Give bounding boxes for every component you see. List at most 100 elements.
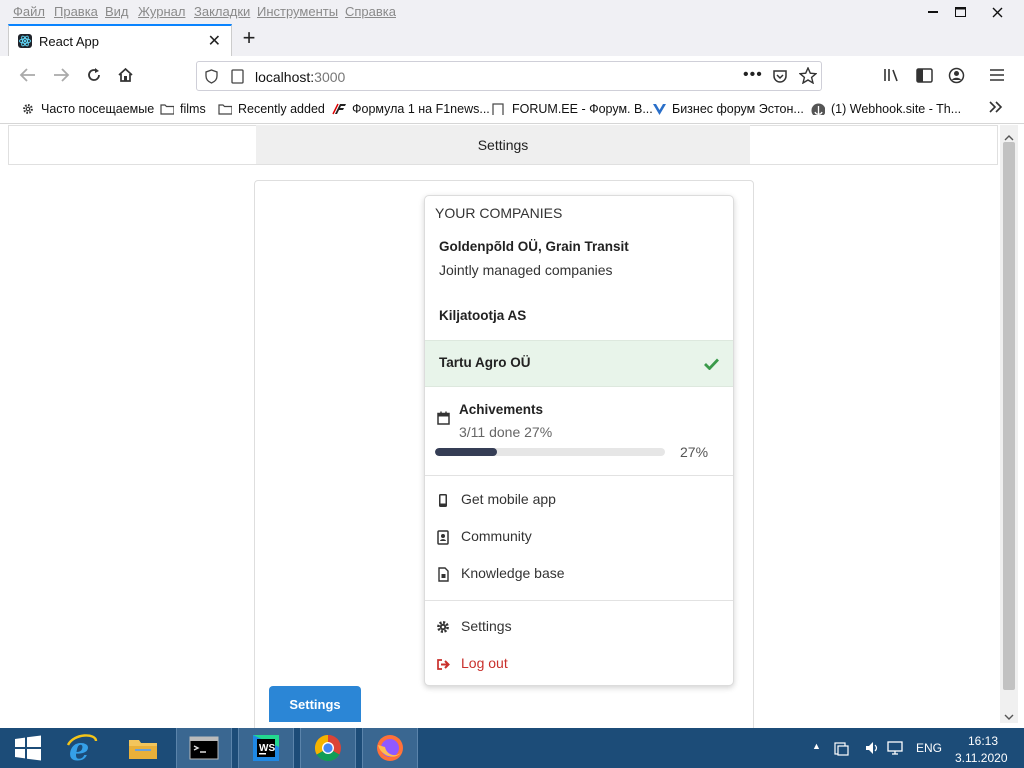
menu-bookmarks[interactable]: Закладки [194,4,250,19]
scroll-down-icon[interactable] [1004,709,1014,724]
menu-bar: Файл Правка Вид Журнал Закладки Инструме… [0,0,1024,24]
company-name: Kiljatootja AS [439,308,527,323]
home-icon[interactable] [115,65,135,85]
page-info-icon[interactable] [231,69,244,87]
settings-button[interactable]: Settings [269,686,361,722]
company-item-kiljatootja[interactable]: Kiljatootja AS [425,296,733,334]
menu-item-label: Log out [461,655,508,671]
firefox-icon [377,735,403,761]
bookmark-label: Формула 1 на F1news... [352,102,490,116]
taskbar-file-explorer[interactable] [115,728,171,768]
vertical-scrollbar[interactable] [1000,125,1018,723]
reload-icon[interactable] [84,65,104,85]
more-bookmarks-chevron-icon[interactable] [988,100,1004,117]
tab-title: React App [39,34,99,49]
taskbar-command-prompt[interactable] [176,728,232,768]
account-dropdown-menu: YOUR COMPANIES Goldenpõld OÜ, Grain Tran… [424,195,734,686]
address-bar[interactable]: localhost:3000 ••• [196,61,822,91]
url-host: localhost: [255,69,315,85]
maximize-button[interactable] [943,0,977,24]
sign-out-icon [436,656,450,672]
start-button[interactable] [0,728,56,768]
gear-icon [436,619,450,635]
bookmark-star-icon[interactable] [798,66,818,87]
bookmark-folder-films[interactable]: films [160,102,206,116]
webstorm-icon: WS [253,735,279,761]
minimize-icon [928,11,938,13]
menu-file[interactable]: Файл [13,4,45,19]
bookmark-label: Recently added [238,102,325,116]
menu-item-label: Get mobile app [461,491,556,507]
menu-edit[interactable]: Правка [54,4,98,19]
account-icon[interactable] [946,65,966,85]
sidebar-icon[interactable] [914,65,934,85]
close-window-button[interactable] [980,0,1014,24]
internet-explorer-icon: e [66,733,98,763]
bookmark-business-forum[interactable]: Бизнес форум Эстон... [652,102,804,116]
network-device-icon[interactable] [834,740,850,759]
menu-item-label: Settings [461,618,512,634]
bookmark-folder-recently-added[interactable]: Recently added [218,102,325,116]
menu-tools[interactable]: Инструменты [257,4,338,19]
clock-time[interactable]: 16:13 [968,734,998,748]
anchor-icon [811,103,825,115]
hamburger-menu-icon[interactable] [987,65,1007,85]
library-icon[interactable] [882,65,902,85]
maximize-icon [954,7,966,17]
settings-nav-tab[interactable]: Settings [256,125,750,164]
tab-close-icon[interactable]: ✕ [208,31,221,51]
menu-item-label: Community [461,528,532,544]
bookmark-webhook-site[interactable]: (1) Webhook.site - Th... [811,102,961,116]
network-icon[interactable] [887,740,903,759]
achievements-percent: 27% [680,444,709,460]
taskbar-firefox[interactable] [362,728,418,768]
company-item-goldenpold[interactable]: Goldenpõld OÜ, Grain Transit Jointly man… [425,233,733,285]
scrollbar-thumb[interactable] [1003,142,1015,690]
gear-icon [23,104,33,114]
tray-expand-icon[interactable]: ▲ [812,741,821,751]
achievements-section[interactable]: Achivements 3/11 done 27% [425,389,733,474]
menu-item-log-out[interactable]: Log out [425,650,733,680]
tracking-shield-icon[interactable] [205,69,218,87]
achievements-title: Achivements [459,402,544,417]
folder-icon [129,740,157,759]
page-icon [492,103,504,115]
company-subtitle: Jointly managed companies [439,262,613,278]
menu-view[interactable]: Вид [105,4,129,19]
company-name: Goldenpõld OÜ, Grain Transit [439,239,629,254]
menu-item-community[interactable]: Community [425,523,733,553]
taskbar-webstorm[interactable]: WS [238,728,294,768]
menu-item-knowledge-base[interactable]: Knowledge base [425,560,733,590]
windows-logo-icon [15,735,41,761]
company-item-tartu-agro[interactable]: Tartu Agro OÜ [425,340,733,387]
pocket-icon[interactable] [772,68,788,87]
windows-taskbar: e WS ▲ ENG 16:13 3.11.2020 [0,728,1024,768]
bookmark-most-visited[interactable]: Часто посещаемые [21,102,154,116]
url-port: 3000 [314,69,346,85]
menu-item-get-mobile-app[interactable]: Get mobile app [425,486,733,516]
menu-history[interactable]: Журнал [138,4,185,19]
address-book-icon [436,529,450,545]
taskbar-chrome[interactable] [300,728,356,768]
achievements-progress-fill [435,448,498,456]
company-name: Tartu Agro OÜ [439,355,531,370]
taskbar-internet-explorer[interactable]: e [54,728,110,768]
back-arrow-icon[interactable] [18,65,38,85]
tab-react-app[interactable]: React App ✕ [8,24,232,56]
new-tab-button[interactable]: + [238,27,260,50]
divider [425,475,733,476]
terminal-icon [189,736,219,760]
companies-header: YOUR COMPANIES [435,205,563,221]
v-logo-icon [653,104,666,115]
page-actions-icon[interactable]: ••• [743,66,763,84]
menu-item-settings[interactable]: Settings [425,613,733,643]
volume-icon[interactable] [864,740,880,759]
bookmark-forum-ee[interactable]: FORUM.EE - Форум. В... [492,102,653,116]
svg-text:WS: WS [259,743,275,754]
forward-arrow-icon[interactable] [51,65,71,85]
url-text: localhost:3000 [255,69,345,85]
menu-help[interactable]: Справка [345,4,396,19]
clock-date[interactable]: 3.11.2020 [955,751,1008,765]
language-indicator[interactable]: ENG [916,741,942,755]
bookmark-f1news[interactable]: Формула 1 на F1news... [332,102,490,116]
